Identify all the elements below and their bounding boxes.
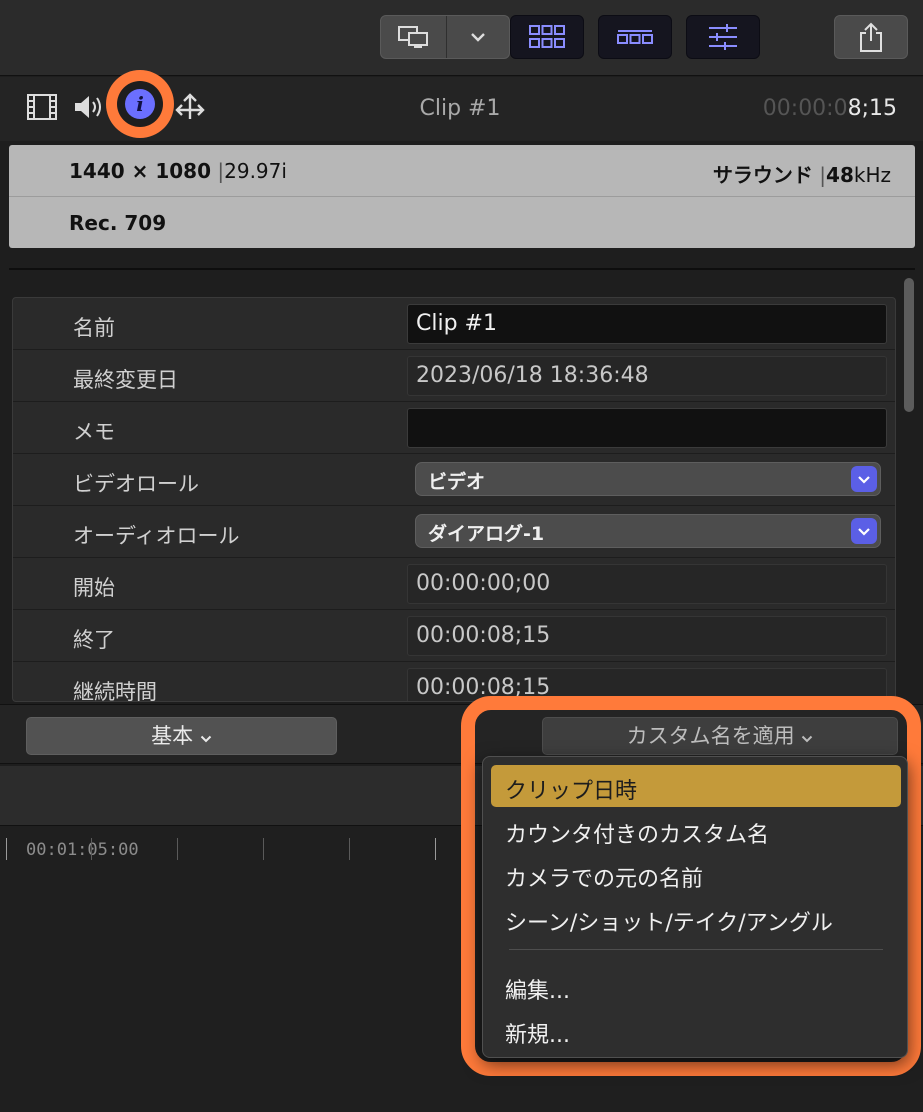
display-toggle-button[interactable] bbox=[381, 16, 447, 58]
menu-item-custom-name-counter[interactable]: カウンタ付きのカスタム名 bbox=[491, 809, 901, 851]
sample-rate-value: 48 bbox=[826, 163, 854, 187]
audio-format: サラウンド |48kHz bbox=[713, 159, 891, 188]
ruler-tick bbox=[349, 838, 350, 860]
info-inspector-tab[interactable]: i bbox=[117, 81, 163, 127]
format-info-panel: 1440 × 1080 |29.97i サラウンド |48kHz Rec. 70… bbox=[9, 145, 915, 248]
audio-role-select[interactable]: ダイアログ-1 bbox=[415, 514, 881, 548]
video-role-select[interactable]: ビデオ bbox=[415, 462, 881, 496]
video-role-value: ビデオ bbox=[428, 471, 486, 493]
start-field: 00:00:00;00 bbox=[407, 564, 887, 604]
format-divider bbox=[9, 196, 915, 197]
end-field: 00:00:08;15 bbox=[407, 616, 887, 656]
ruler-tick bbox=[91, 838, 92, 860]
menu-separator bbox=[509, 949, 883, 950]
timeline-icon bbox=[617, 30, 653, 44]
chevron-down-icon bbox=[858, 475, 870, 484]
apply-custom-name-menu: クリップ日時 カウンタ付きのカスタム名 カメラでの元の名前 シーン/ショット/テ… bbox=[482, 756, 908, 1058]
properties-list: 名前 Clip #1 最終変更日 2023/06/18 18:36:48 メモ … bbox=[12, 297, 896, 702]
resolution-text: 1440 × 1080 bbox=[69, 159, 212, 183]
browser-view-button[interactable] bbox=[510, 15, 584, 59]
video-format: 1440 × 1080 |29.97i bbox=[69, 159, 287, 183]
select-arrow bbox=[851, 518, 877, 544]
share-inspector-tab[interactable] bbox=[172, 89, 208, 125]
property-row-notes: メモ bbox=[13, 402, 895, 454]
sample-rate-unit: kHz bbox=[853, 163, 891, 187]
ruler-tick bbox=[435, 838, 436, 860]
timecode-dim-part: 00:00:0 bbox=[762, 96, 848, 121]
clip-timecode: 00:00:08;15 bbox=[763, 96, 897, 121]
ruler-tick bbox=[177, 838, 178, 860]
name-field[interactable]: Clip #1 bbox=[407, 304, 887, 344]
ruler-tick bbox=[6, 838, 7, 860]
color-space-text: Rec. 709 bbox=[69, 211, 167, 235]
sliders-icon bbox=[709, 24, 737, 50]
frame-rate-text: 29.97i bbox=[224, 159, 287, 183]
metadata-view-button[interactable]: 基本 bbox=[26, 717, 337, 755]
property-row-audio-role: オーディオロール ダイアログ-1 bbox=[13, 506, 895, 558]
timeline-view-button[interactable] bbox=[598, 15, 672, 59]
modified-date-field: 2023/06/18 18:36:48 bbox=[407, 356, 887, 396]
property-label: 開始 bbox=[73, 576, 115, 600]
property-row-video-role: ビデオロール ビデオ bbox=[13, 454, 895, 506]
ruler-tick bbox=[263, 838, 264, 860]
menu-item-original-camera-name[interactable]: カメラでの元の名前 bbox=[491, 853, 901, 895]
ruler-timecode: 00:01:05:00 bbox=[26, 840, 139, 860]
display-menu-button[interactable] bbox=[447, 16, 509, 58]
notes-field[interactable] bbox=[407, 408, 887, 448]
dual-display-icon bbox=[397, 26, 428, 48]
property-label: 名前 bbox=[73, 316, 115, 340]
property-label: 最終変更日 bbox=[73, 368, 178, 392]
chevron-down-icon bbox=[200, 735, 212, 743]
chevron-down-icon bbox=[471, 33, 485, 42]
property-row-end: 終了 00:00:08;15 bbox=[13, 610, 895, 662]
transform-arrows-icon bbox=[175, 93, 205, 119]
audio-inspector-tab[interactable] bbox=[70, 89, 106, 125]
menu-item-clip-date[interactable]: クリップ日時 bbox=[491, 765, 901, 807]
inspector-toggle-button[interactable] bbox=[686, 15, 760, 59]
audio-channels-text: サラウンド bbox=[712, 163, 813, 187]
info-icon: i bbox=[125, 89, 155, 119]
section-divider bbox=[9, 268, 915, 270]
select-arrow bbox=[851, 466, 877, 492]
video-inspector-tab[interactable] bbox=[24, 89, 60, 125]
info-inspector-highlight: i bbox=[106, 70, 174, 138]
property-label: 終了 bbox=[73, 628, 115, 652]
metadata-view-label: 基本 bbox=[151, 724, 194, 748]
property-row-start: 開始 00:00:00;00 bbox=[13, 558, 895, 610]
clip-title: Clip #1 bbox=[419, 96, 501, 121]
menu-item-edit[interactable]: 編集... bbox=[491, 965, 901, 1007]
menu-item-scene-shot-take-angle[interactable]: シーン/ショット/テイク/アングル bbox=[491, 897, 901, 939]
property-label: オーディオロール bbox=[73, 524, 240, 548]
display-toggle-group bbox=[380, 15, 510, 59]
property-label: 継続時間 bbox=[73, 680, 157, 702]
chevron-down-icon bbox=[858, 527, 870, 536]
share-icon bbox=[860, 22, 882, 52]
film-strip-icon bbox=[27, 94, 57, 120]
audio-role-value: ダイアログ-1 bbox=[428, 523, 545, 545]
property-label: メモ bbox=[73, 420, 115, 444]
top-toolbar bbox=[0, 0, 923, 76]
property-label: ビデオロール bbox=[73, 472, 199, 496]
properties-scrollbar[interactable] bbox=[904, 278, 914, 412]
share-button[interactable] bbox=[834, 15, 908, 59]
property-row-modified: 最終変更日 2023/06/18 18:36:48 bbox=[13, 350, 895, 402]
menu-item-new[interactable]: 新規... bbox=[491, 1009, 901, 1051]
timecode-bright-part: 8;15 bbox=[847, 96, 897, 121]
speaker-icon bbox=[75, 96, 101, 118]
grid-icon bbox=[529, 25, 565, 48]
property-row-name: 名前 Clip #1 bbox=[13, 298, 895, 350]
